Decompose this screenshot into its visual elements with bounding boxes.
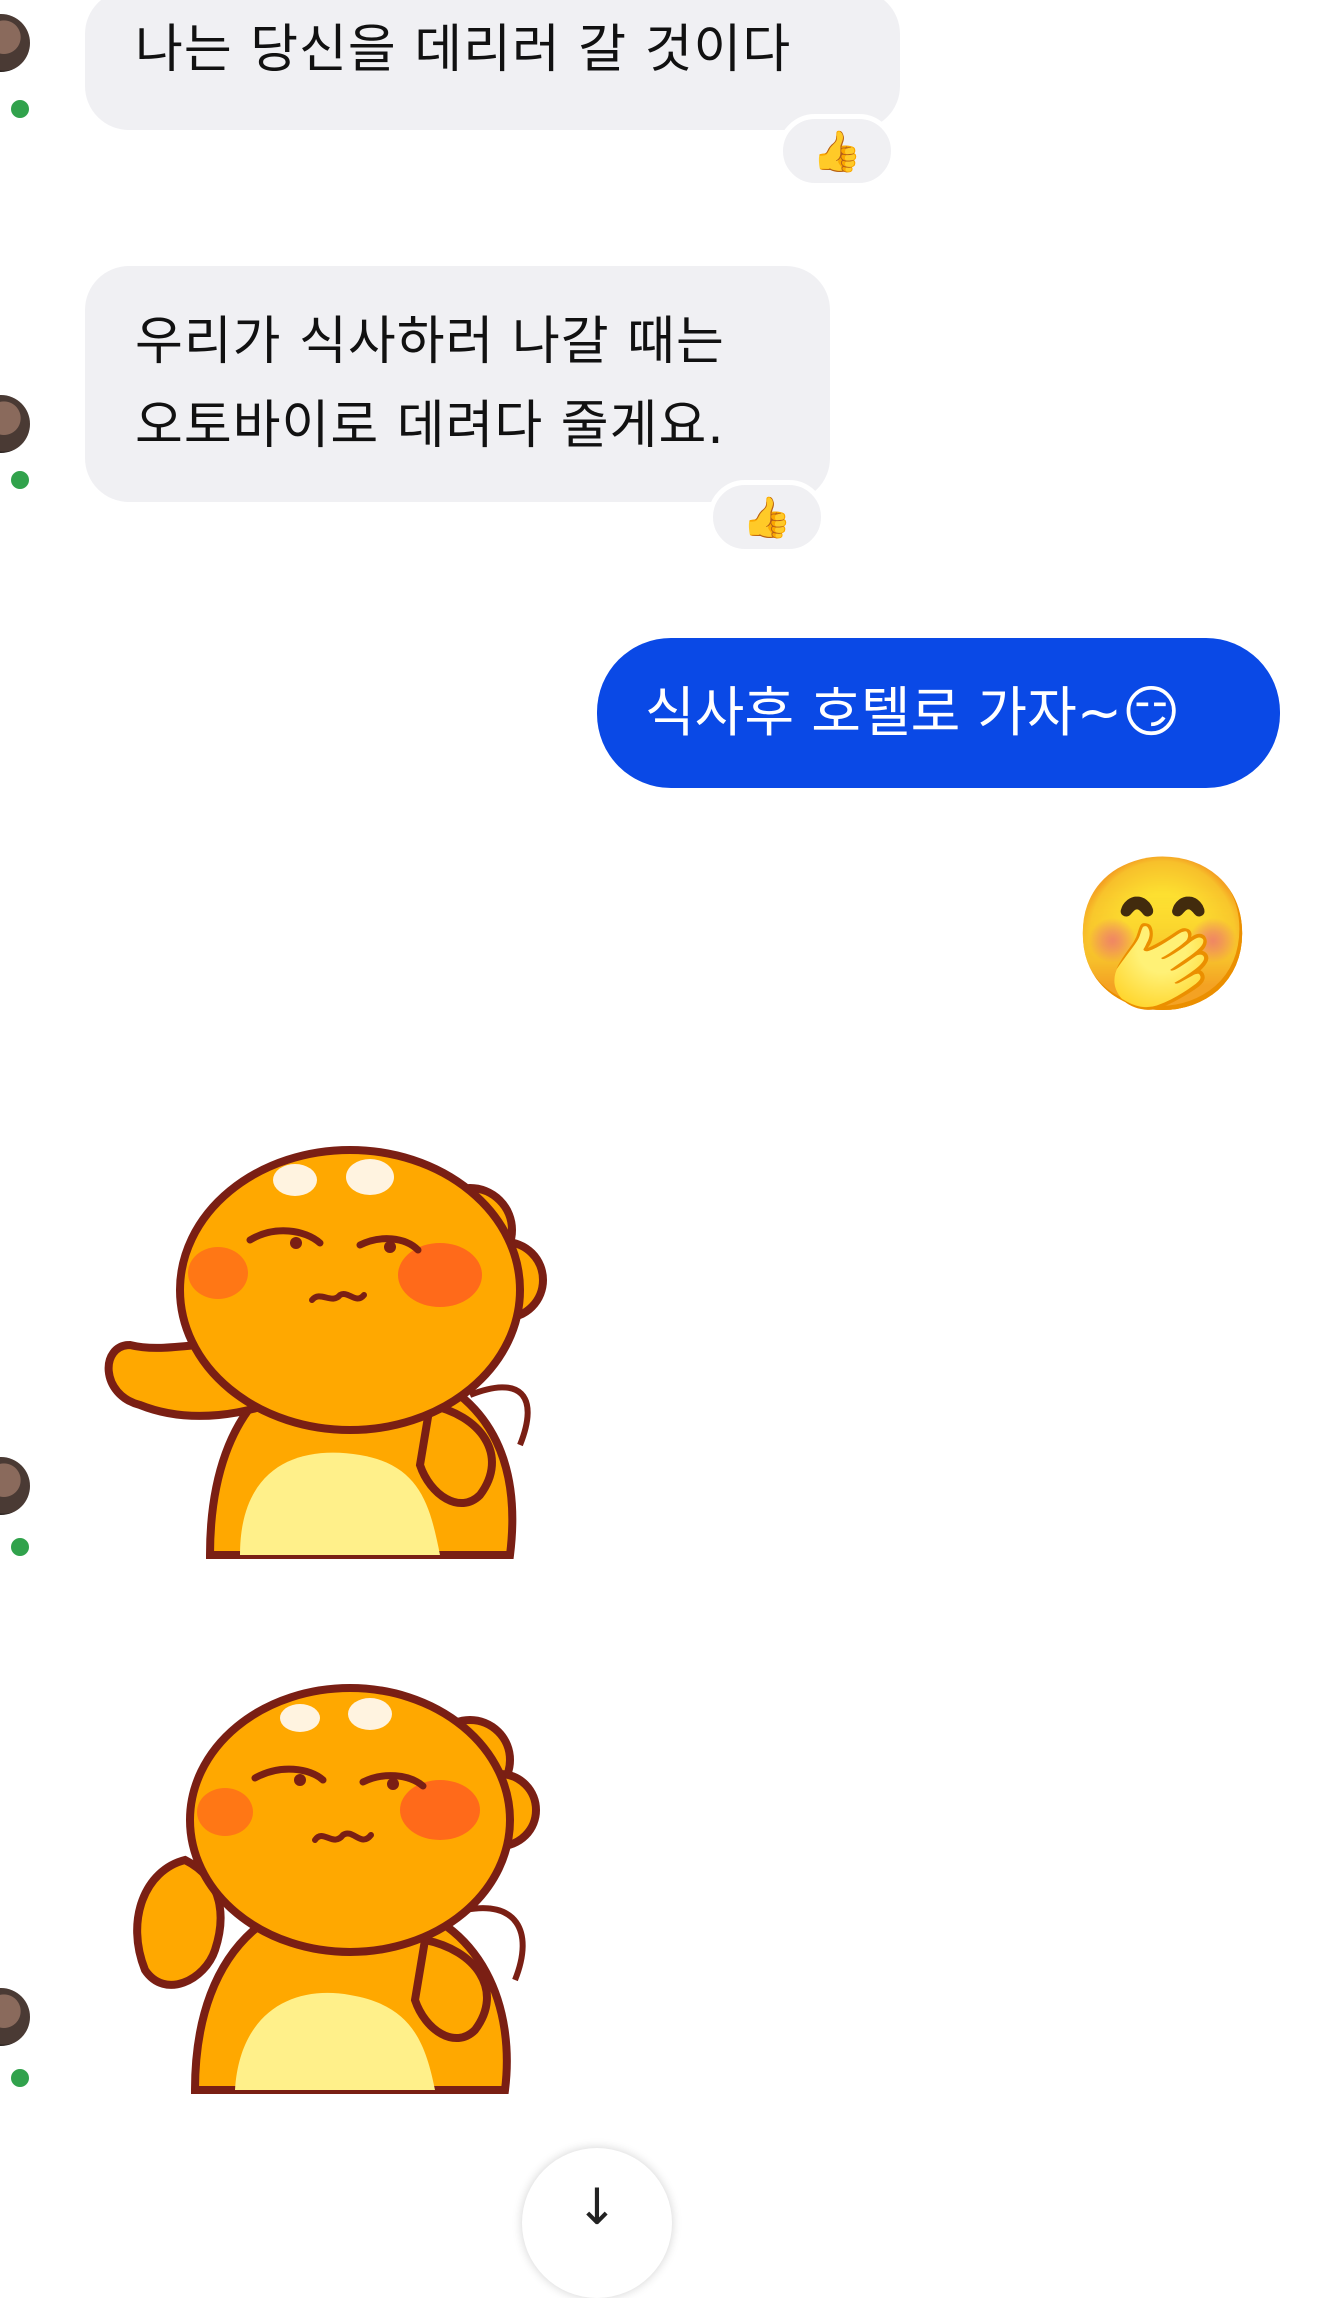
reaction-badge[interactable]: 👍	[778, 114, 896, 188]
online-status-dot	[6, 466, 34, 494]
incoming-message-bubble[interactable]: 나는 당신을 데리러 갈 것이다	[85, 0, 900, 130]
contact-avatar[interactable]	[0, 1457, 30, 1515]
orange-bear-sticker-shy[interactable]	[125, 1680, 565, 2100]
thumbs-up-icon: 👍	[742, 494, 792, 541]
message-text: 식사후 호텔로 가자~	[645, 681, 1123, 744]
message-text-line: 오토바이로 데려다 줄게요.	[135, 396, 725, 456]
thumbs-up-icon: 👍	[812, 128, 862, 175]
message-text: 나는 당신을 데리러 갈 것이다	[135, 20, 792, 80]
scroll-to-bottom-button[interactable]: ↓	[522, 2148, 672, 2298]
large-emoji-message[interactable]: 🤭	[1068, 840, 1258, 1030]
orange-bear-sticker-waving[interactable]	[100, 1145, 570, 1565]
contact-avatar[interactable]	[0, 395, 30, 453]
hand-over-mouth-emoji-icon: 🤭	[1069, 848, 1257, 1022]
smirk-emoji-icon: 😏	[1122, 680, 1181, 745]
outgoing-message-bubble[interactable]: 식사후 호텔로 가자~ 😏	[597, 638, 1280, 788]
online-status-dot	[6, 95, 34, 123]
message-text-line: 우리가 식사하러 나갈 때는	[135, 312, 725, 372]
contact-avatar[interactable]	[0, 1988, 30, 2046]
arrow-down-icon: ↓	[576, 2178, 618, 2236]
online-status-dot	[6, 2064, 34, 2092]
incoming-message-bubble[interactable]: 우리가 식사하러 나갈 때는 오토바이로 데려다 줄게요.	[85, 266, 830, 502]
online-status-dot	[6, 1533, 34, 1561]
contact-avatar[interactable]	[0, 14, 30, 72]
reaction-badge[interactable]: 👍	[708, 480, 826, 554]
